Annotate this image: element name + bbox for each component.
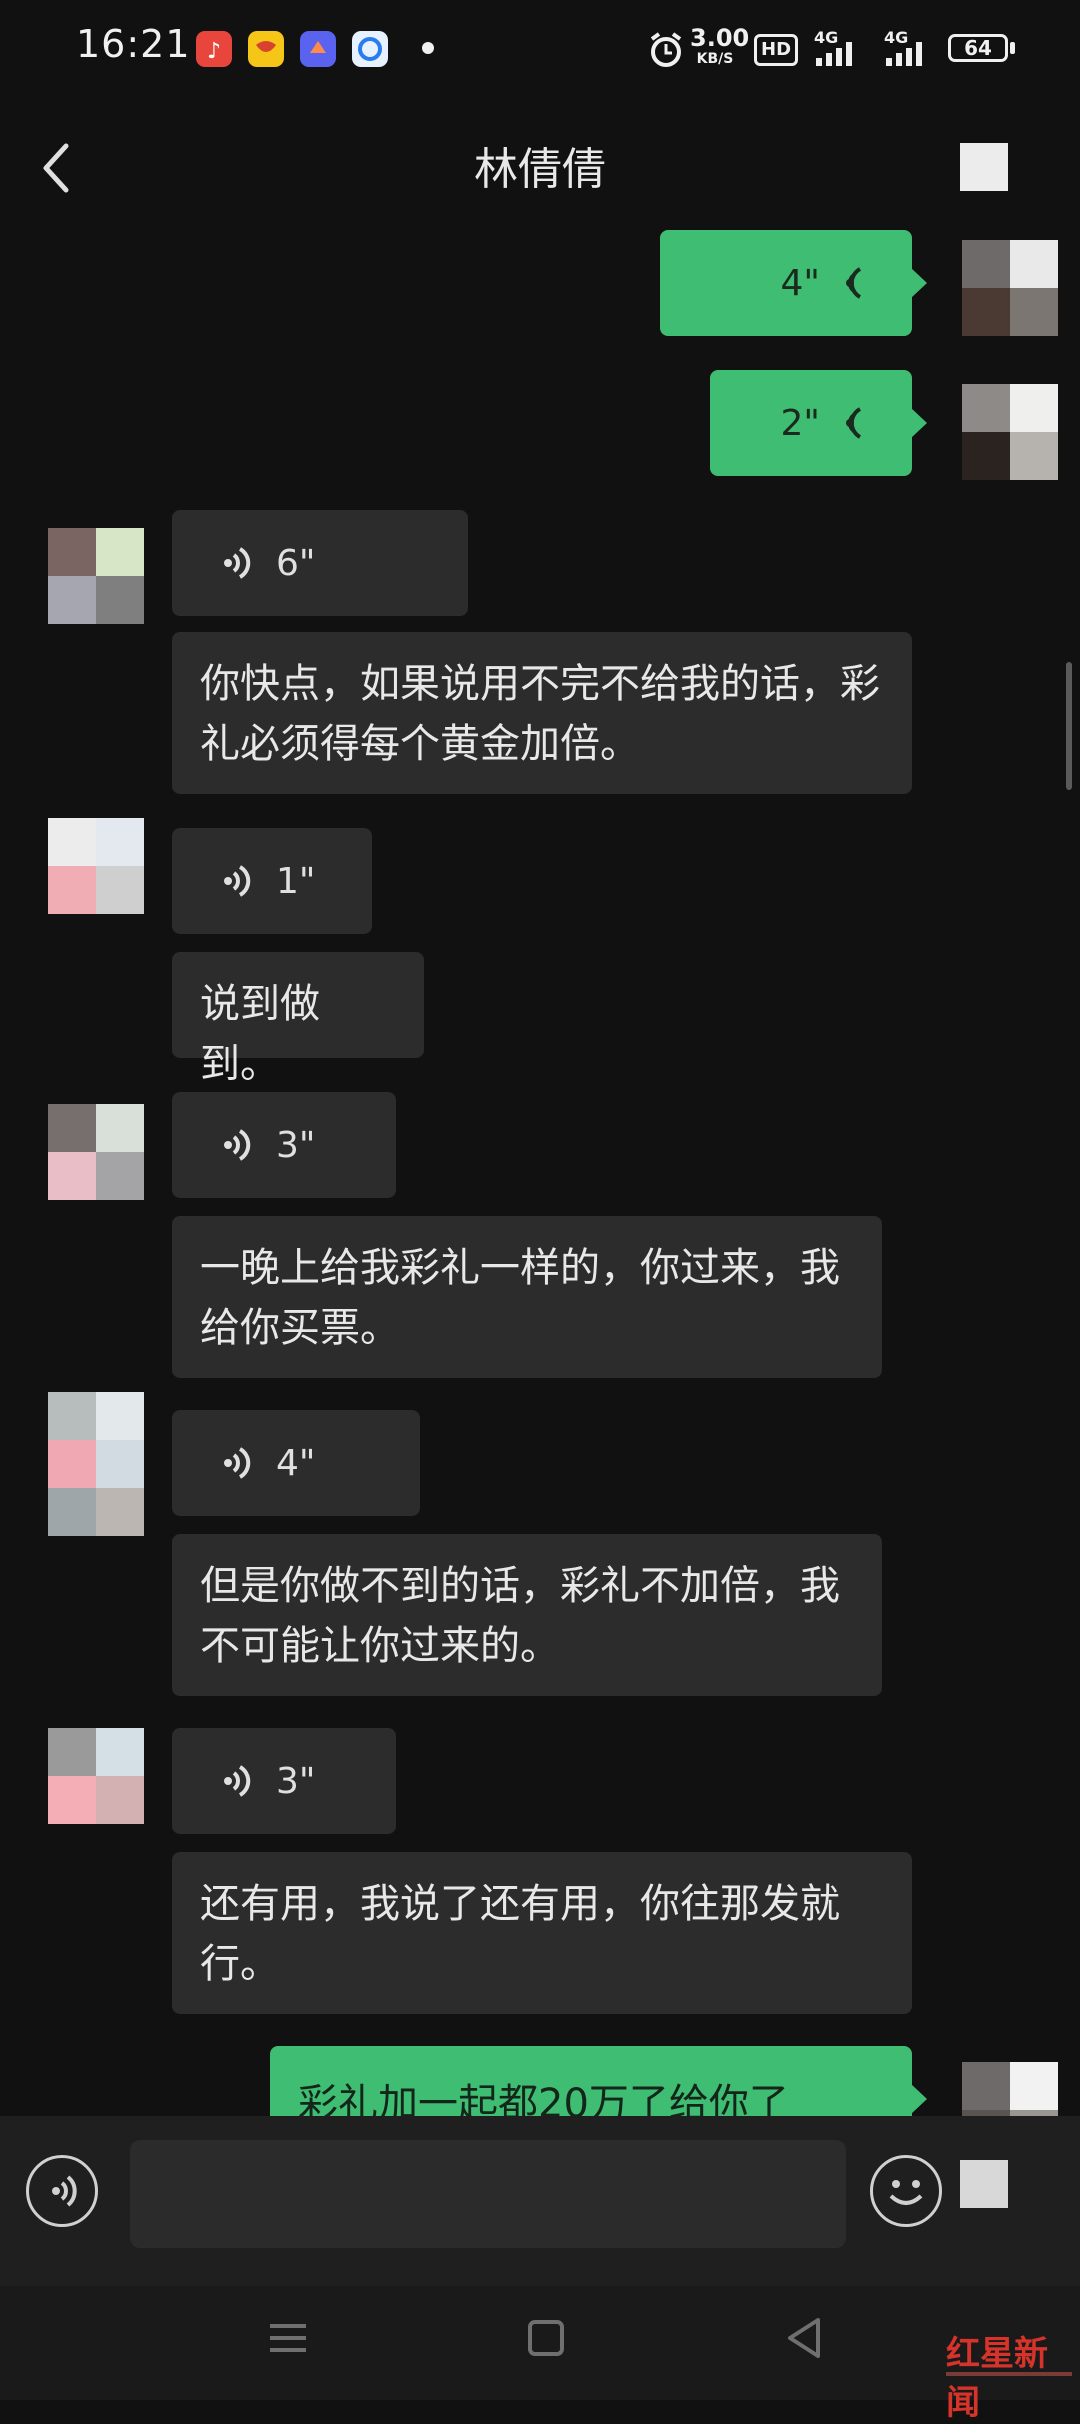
emoji-icon xyxy=(889,2180,923,2205)
emoji-button[interactable] xyxy=(870,2155,942,2227)
voice-wave-icon xyxy=(224,1447,251,1479)
my-avatar[interactable] xyxy=(962,384,1058,480)
alarm-icon xyxy=(648,30,684,74)
voice-message-in[interactable]: 3" xyxy=(172,1728,396,1834)
voice-message-out[interactable]: 4" xyxy=(660,230,927,336)
message-text: 你快点，如果说用不完不给我的话，彩礼必须得每个黄金加倍。 xyxy=(200,661,880,767)
voice-message-in[interactable]: 4" xyxy=(172,1410,420,1516)
message-text: 还有用，我说了还有用，你往那发就行。 xyxy=(200,1881,840,1987)
voice-wave-icon xyxy=(224,1129,251,1161)
voice-message-out[interactable]: 2" xyxy=(710,370,927,476)
browser-app-icon xyxy=(352,31,388,67)
music-app-icon: ♪ xyxy=(196,31,232,67)
voice-message-in[interactable]: 6" xyxy=(172,510,468,616)
text-message-in[interactable]: 说到做到。 xyxy=(172,952,424,1087)
contact-avatar[interactable] xyxy=(48,1392,144,1536)
voice-duration: 3" xyxy=(276,1124,316,1166)
svg-text:♪: ♪ xyxy=(207,39,221,64)
menu-icon[interactable] xyxy=(268,2318,308,2362)
text-message-in[interactable]: 你快点，如果说用不完不给我的话，彩礼必须得每个黄金加倍。 xyxy=(172,632,912,794)
notification-dot xyxy=(422,42,434,54)
voice-wave-icon xyxy=(846,267,862,299)
voice-duration: 6" xyxy=(276,542,316,584)
scrollbar[interactable] xyxy=(1066,662,1072,790)
voice-duration: 4" xyxy=(276,1442,316,1484)
more-button[interactable] xyxy=(960,143,1008,191)
message-text: 一晚上给我彩礼一样的，你过来，我给你买票。 xyxy=(200,1245,840,1351)
contact-avatar[interactable] xyxy=(48,1104,144,1200)
voice-message-in[interactable]: 3" xyxy=(172,1092,396,1198)
voice-input-icon xyxy=(52,2175,77,2207)
text-message-in[interactable]: 但是你做不到的话，彩礼不加倍，我不可能让你过来的。 xyxy=(172,1534,882,1696)
message-text: 但是你做不到的话，彩礼不加倍，我不可能让你过来的。 xyxy=(200,1563,840,1669)
voice-wave-icon xyxy=(224,547,251,579)
signal-bars-icon xyxy=(814,42,856,70)
net-speed-value: 3.00 xyxy=(690,24,750,52)
battery-tip xyxy=(1010,42,1015,54)
voice-message-in[interactable]: 1" xyxy=(172,828,372,934)
plus-button[interactable] xyxy=(960,2160,1008,2208)
shortcut-app-icon xyxy=(300,31,336,67)
contact-avatar[interactable] xyxy=(48,528,144,624)
voice-wave-icon xyxy=(224,1765,251,1797)
voice-duration: 2" xyxy=(780,402,820,444)
voice-duration: 1" xyxy=(276,860,316,902)
signal-bars-2-icon xyxy=(884,42,926,70)
status-time: 16:21 xyxy=(76,22,191,66)
voice-duration: 4" xyxy=(780,262,820,304)
message-input[interactable] xyxy=(130,2140,846,2248)
status-bar: 16:21 ♪ 3.00 KB/S HD 4G 4G 64 xyxy=(0,0,1080,100)
chat-title: 林倩倩 xyxy=(474,144,606,195)
voice-duration: 3" xyxy=(276,1760,316,1802)
my-avatar[interactable] xyxy=(962,240,1058,336)
game-app-icon xyxy=(248,31,284,67)
voice-wave-icon xyxy=(846,407,862,439)
battery-level: 64 xyxy=(964,36,992,60)
text-message-in[interactable]: 一晚上给我彩礼一样的，你过来，我给你买票。 xyxy=(172,1216,882,1378)
battery-icon: 64 xyxy=(948,34,1008,62)
contact-avatar[interactable] xyxy=(48,818,144,914)
hd-badge: HD xyxy=(754,34,799,66)
voice-input-button[interactable] xyxy=(26,2155,98,2227)
back-triangle-icon[interactable] xyxy=(784,2316,824,2364)
home-square-icon[interactable] xyxy=(526,2318,566,2362)
watermark-underline xyxy=(946,2372,1072,2376)
contact-avatar[interactable] xyxy=(48,1728,144,1824)
voice-wave-icon xyxy=(224,865,251,897)
text-message-in[interactable]: 还有用，我说了还有用，你往那发就行。 xyxy=(172,1852,912,2014)
net-speed-unit: KB/S xyxy=(696,51,734,67)
